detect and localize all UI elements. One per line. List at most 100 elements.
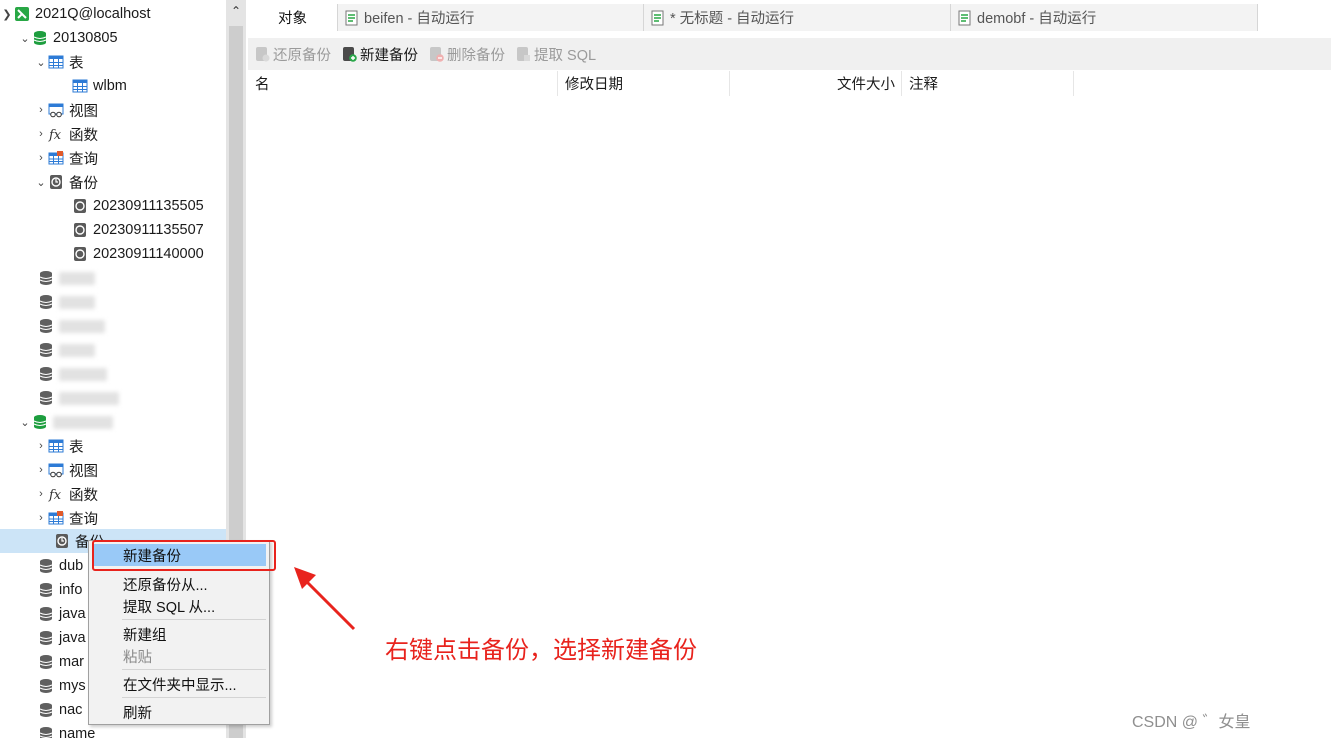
tab-untitled[interactable]: * 无标题 - 自动运行	[644, 4, 951, 31]
menu-refresh[interactable]: 刷新	[92, 701, 266, 723]
table-icon	[72, 78, 88, 94]
backup-icon	[54, 533, 70, 549]
chevron-right-icon[interactable]: ›	[34, 434, 48, 458]
backup-icon	[48, 174, 64, 190]
chevron-down-icon[interactable]: ⌄	[18, 26, 32, 50]
chevron-right-icon[interactable]: ›	[34, 98, 48, 122]
menu-separator	[122, 697, 266, 698]
tree-database-redacted[interactable]	[0, 362, 226, 386]
function-icon: fx	[48, 126, 64, 142]
tree-tables[interactable]: ⌄ 表	[0, 50, 226, 74]
chevron-right-icon[interactable]: ›	[34, 506, 48, 530]
chevron-down-icon[interactable]: ❯	[0, 2, 14, 26]
tree-backup-item[interactable]: 20230911135505	[0, 194, 226, 218]
extract-label: 提取 SQL	[534, 47, 597, 64]
database-label: java	[59, 606, 86, 622]
redacted-label	[59, 271, 95, 285]
extract-sql-button[interactable]: 提取 SQL	[515, 44, 596, 65]
tree-connection[interactable]: ❯ 2021Q@localhost	[0, 2, 226, 26]
tree-database-redacted[interactable]	[0, 338, 226, 362]
queries-label: 查询	[69, 511, 98, 528]
tree-tables[interactable]: › 表	[0, 434, 226, 458]
column-modified[interactable]: 修改日期	[558, 71, 730, 96]
database-label: java	[59, 630, 86, 646]
database-icon	[38, 630, 54, 646]
tab-strip: 对象 beifen - 自动运行 * 无标题 - 自动运行 demobf - 自…	[248, 4, 1258, 31]
backup-file-icon	[72, 222, 88, 238]
chevron-right-icon[interactable]: ›	[34, 482, 48, 506]
column-comment[interactable]: 注释	[902, 71, 1074, 96]
redacted-label	[59, 319, 105, 333]
view-icon	[48, 102, 64, 118]
chevron-down-icon[interactable]: ⌄	[18, 410, 32, 434]
tree-backups[interactable]: ⌄ 备份	[0, 170, 226, 194]
menu-restore-from[interactable]: 还原备份从...	[92, 573, 266, 595]
backups-label: 备份	[69, 175, 98, 192]
database-label: dub	[59, 558, 84, 574]
query-icon	[48, 150, 64, 166]
tab-demobf[interactable]: demobf - 自动运行	[951, 4, 1258, 31]
tab-beifen[interactable]: beifen - 自动运行	[338, 4, 644, 31]
tree-database-20130805[interactable]: ⌄ 20130805	[0, 26, 226, 50]
chevron-down-icon[interactable]: ⌄	[34, 170, 48, 194]
menu-extract-sql-from[interactable]: 提取 SQL 从...	[92, 595, 266, 617]
tree-views[interactable]: › 视图	[0, 98, 226, 122]
menu-separator	[122, 619, 266, 620]
backup-file-icon	[72, 198, 88, 214]
tree-views[interactable]: › 视图	[0, 458, 226, 482]
chevron-right-icon[interactable]: ›	[34, 122, 48, 146]
column-label: 文件大小	[837, 77, 895, 93]
tree-backup-item[interactable]: 20230911135507	[0, 218, 226, 242]
tree-queries[interactable]: › 查询	[0, 506, 226, 530]
restore-backup-button[interactable]: 还原备份	[254, 44, 331, 65]
functions-label: 函数	[69, 127, 98, 144]
tree-queries[interactable]: › 查询	[0, 146, 226, 170]
column-name[interactable]: 名	[248, 71, 558, 96]
column-size[interactable]: 文件大小	[730, 71, 902, 96]
redacted-label	[59, 343, 95, 357]
table-icon	[48, 54, 64, 70]
tree-database-redacted[interactable]	[0, 386, 226, 410]
chevron-right-icon[interactable]: ›	[34, 458, 48, 482]
table-icon	[48, 438, 64, 454]
tree-table-wlbm[interactable]: wlbm	[0, 74, 226, 98]
database-label: nac	[59, 702, 83, 718]
scroll-up-icon[interactable]: ⌃	[226, 0, 246, 22]
delete-label: 删除备份	[447, 47, 505, 64]
tree-functions[interactable]: › fx 函数	[0, 122, 226, 146]
tree-database-redacted[interactable]	[0, 290, 226, 314]
tree-functions[interactable]: › fx 函数	[0, 482, 226, 506]
menu-paste: 粘贴	[92, 645, 266, 667]
function-icon: fx	[48, 486, 64, 502]
tree-database-redacted[interactable]	[0, 314, 226, 338]
connection-label: 2021Q@localhost	[35, 6, 151, 22]
menu-new-group[interactable]: 新建组	[92, 623, 266, 645]
database-icon	[38, 342, 54, 358]
tab-objects[interactable]: 对象	[248, 4, 338, 31]
delete-backup-button[interactable]: 删除备份	[428, 44, 505, 65]
backup-file-icon	[72, 246, 88, 262]
chevron-right-icon[interactable]: ›	[34, 146, 48, 170]
watermark: CSDN @ ゛女皇	[1132, 714, 1251, 731]
new-backup-button[interactable]: 新建备份	[341, 44, 418, 65]
chevron-down-icon[interactable]: ⌄	[34, 50, 48, 74]
views-label: 视图	[69, 103, 98, 120]
menu-label: 还原备份从...	[123, 577, 208, 594]
database-icon	[38, 702, 54, 718]
tree-backup-item[interactable]: 20230911140000	[0, 242, 226, 266]
column-label: 修改日期	[565, 77, 623, 93]
menu-show-in-folder[interactable]: 在文件夹中显示...	[92, 673, 266, 695]
database-label: info	[59, 582, 83, 598]
restore-label: 还原备份	[273, 47, 331, 64]
database-icon	[38, 654, 54, 670]
database-icon	[38, 558, 54, 574]
tree-database-redacted-open[interactable]: ⌄	[0, 410, 226, 434]
column-label: 注释	[909, 77, 938, 93]
menu-label: 粘贴	[123, 649, 152, 666]
redacted-label	[59, 295, 95, 309]
tree-database-redacted[interactable]	[0, 266, 226, 290]
svg-text:fx: fx	[48, 488, 62, 502]
tab-label: demobf - 自动运行	[977, 11, 1097, 27]
backup-job-icon	[344, 10, 360, 26]
database-icon	[38, 582, 54, 598]
